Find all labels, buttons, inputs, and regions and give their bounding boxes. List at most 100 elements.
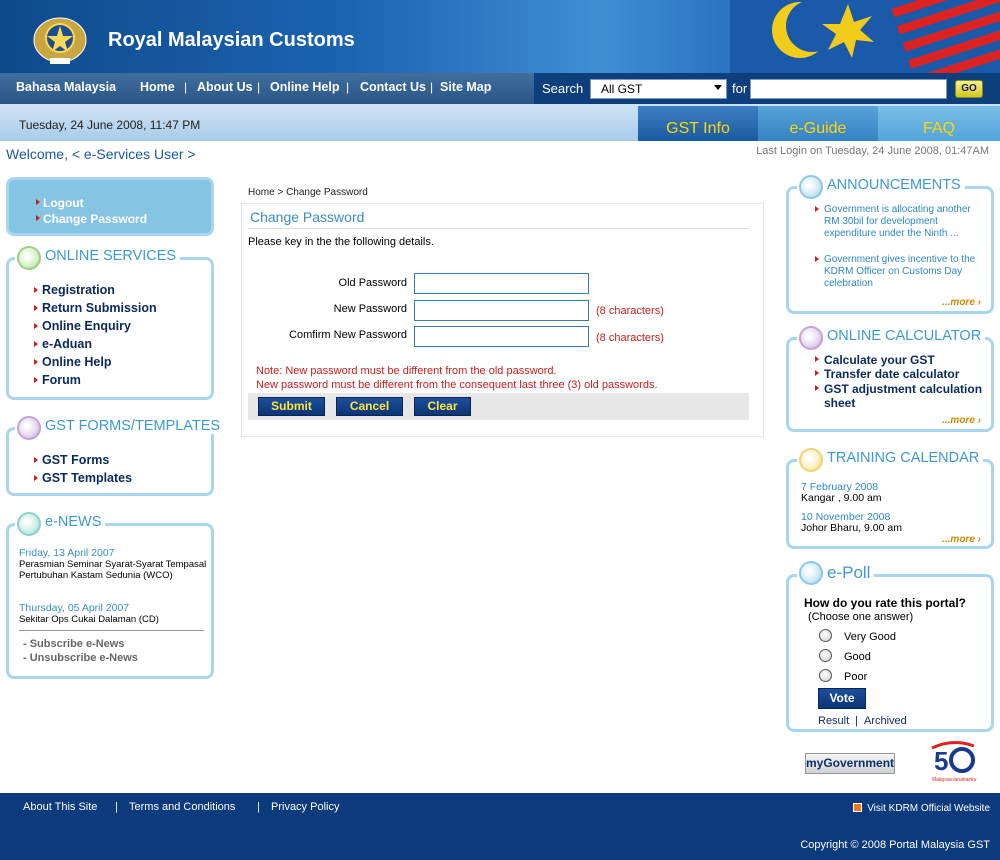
form-instructions: Please key in the the following details. xyxy=(248,236,434,248)
poll-question: How do you rate this portal? xyxy=(804,596,967,610)
confirm-password-hint: (8 characters) xyxy=(596,332,664,344)
subscribe-enews-link[interactable]: - Subscribe e-News xyxy=(23,638,124,650)
customs-crest-logo[interactable] xyxy=(28,10,92,66)
service-online-help[interactable]: Online Help xyxy=(33,355,111,369)
service-return-submission[interactable]: Return Submission xyxy=(34,301,157,315)
password-note: Note: New password must be different fro… xyxy=(256,365,557,377)
tab-faq[interactable]: FAQ xyxy=(878,106,1000,141)
site-header: Royal Malaysian Customs xyxy=(0,0,1000,73)
news-icon xyxy=(17,512,41,536)
training-more-link[interactable]: ...more › xyxy=(942,534,981,545)
form-button-bar: Submit Cancel Clear xyxy=(248,393,749,420)
nav-separator: | xyxy=(346,80,350,94)
news-headline[interactable]: Sekitar Ops Cukai Dalaman (CD) xyxy=(19,614,209,625)
password-note: New password must be different from the … xyxy=(256,379,658,391)
footer-separator: | xyxy=(115,801,118,813)
panel-title: e-Poll xyxy=(797,561,875,585)
submit-button[interactable]: Submit xyxy=(258,397,325,416)
svg-text:5: 5 xyxy=(934,746,948,776)
nav-separator: | xyxy=(184,80,188,94)
nav-separator: | xyxy=(257,80,261,94)
search-label: Search xyxy=(542,81,584,96)
service-online-enquiry[interactable]: Online Enquiry xyxy=(34,319,131,333)
footer-terms-link[interactable]: Terms and Conditions xyxy=(129,801,235,813)
announcement-item[interactable]: Government gives incentive to the KDRM O… xyxy=(815,254,989,290)
poll-archived-link[interactable]: Archived xyxy=(864,715,907,727)
nav-bahasa-malaysia[interactable]: Bahasa Malaysia xyxy=(16,80,116,94)
change-password-form: Change Password Please key in the the fo… xyxy=(241,203,764,437)
poll-radio-very-good[interactable] xyxy=(819,629,832,642)
panel-title: ONLINE CALCULATOR xyxy=(797,326,986,350)
service-e-aduan[interactable]: e-Aduan xyxy=(34,337,92,351)
welcome-message: Welcome, < e-Services User > xyxy=(6,146,196,162)
confirm-password-field[interactable] xyxy=(414,326,589,347)
mygovernment-logo[interactable]: myGovernment xyxy=(805,753,895,774)
announcement-icon xyxy=(799,175,823,199)
logout-link[interactable]: Logout xyxy=(36,196,84,210)
unsubscribe-enews-link[interactable]: - Unsubscribe e-News xyxy=(23,652,138,664)
service-registration[interactable]: Registration xyxy=(34,283,115,297)
announcements-more-link[interactable]: ...more › xyxy=(942,297,981,308)
gst-forms-link[interactable]: GST Forms xyxy=(33,453,109,467)
malaysia-50-anniversary-logo[interactable]: 5 Malaysia tanahairku xyxy=(928,740,978,784)
search-input[interactable] xyxy=(750,79,947,99)
footer-privacy-link[interactable]: Privacy Policy xyxy=(271,801,339,813)
change-password-link[interactable]: Change Password xyxy=(35,212,147,226)
poll-result-link[interactable]: Result xyxy=(818,715,849,727)
poll-icon xyxy=(799,561,823,585)
panel-title: ANNOUNCEMENTS xyxy=(797,175,965,199)
news-headline[interactable]: Perasmian Seminar Syarat-Syarat Tempasal… xyxy=(19,559,209,581)
forms-icon xyxy=(17,416,41,440)
search-category-select[interactable]: All GST xyxy=(590,79,727,99)
for-label: for xyxy=(732,81,748,96)
old-password-field[interactable] xyxy=(414,273,589,294)
nav-online-help[interactable]: Online Help xyxy=(270,80,339,94)
poll-option-label: Poor xyxy=(844,671,868,683)
site-title: Royal Malaysian Customs xyxy=(108,29,355,51)
poll-instruction: (Choose one answer) xyxy=(808,611,914,623)
new-password-hint: (8 characters) xyxy=(596,305,664,317)
calc-gst-link[interactable]: Calculate your GST xyxy=(815,353,989,367)
poll-separator: | xyxy=(855,715,858,727)
news-date: Friday, 13 April 2007 xyxy=(19,547,115,559)
calendar-icon xyxy=(799,448,823,472)
footer-about-link[interactable]: About This Site xyxy=(23,801,97,813)
nav-site-map[interactable]: Site Map xyxy=(440,80,491,94)
service-forum[interactable]: Forum xyxy=(34,373,81,387)
calculator-more-link[interactable]: ...more › xyxy=(942,415,981,426)
chevron-down-icon xyxy=(714,85,722,90)
tab-e-guide[interactable]: e-Guide xyxy=(758,106,878,141)
announcement-item[interactable]: Government is allocating another RM 30bi… xyxy=(815,204,989,240)
calc-transfer-date-link[interactable]: Transfer date calculator xyxy=(815,367,989,381)
go-button[interactable]: GO xyxy=(955,80,983,98)
anniversary-caption: Malaysia tanahairku xyxy=(932,777,977,783)
panel-title: ONLINE SERVICES xyxy=(15,246,181,270)
new-password-label: New Password xyxy=(333,303,407,315)
announcements-title: ANNOUNCEMENTS xyxy=(827,177,961,193)
date-tab-bar: Tuesday, 24 June 2008, 11:47 PM GST Info… xyxy=(0,104,1000,141)
nav-contact-us[interactable]: Contact Us xyxy=(360,80,426,94)
poll-radio-good[interactable] xyxy=(819,649,832,662)
calc-adjustment-sheet-link[interactable]: GST adjustment calculation sheet xyxy=(815,382,989,410)
poll-title: e-Poll xyxy=(827,563,871,582)
clear-button[interactable]: Clear xyxy=(414,397,471,416)
user-menu-panel: Logout Change Password xyxy=(6,177,214,236)
nav-home[interactable]: Home xyxy=(140,80,175,94)
nav-separator: | xyxy=(430,80,434,94)
poll-radio-poor[interactable] xyxy=(819,669,832,682)
kdrm-website-link[interactable]: Visit KDRM Official Website xyxy=(853,803,990,814)
nav-about-us[interactable]: About Us xyxy=(197,80,253,94)
poll-option-label: Very Good xyxy=(844,631,896,643)
tab-gst-info[interactable]: GST Info xyxy=(638,106,758,141)
cancel-button[interactable]: Cancel xyxy=(336,397,403,416)
gst-templates-link[interactable]: GST Templates xyxy=(33,471,132,485)
site-footer: About This Site | Terms and Conditions |… xyxy=(0,793,1000,860)
new-password-field[interactable] xyxy=(414,300,589,321)
divider xyxy=(248,228,749,229)
vote-button[interactable]: Vote xyxy=(818,688,866,709)
services-icon xyxy=(17,246,41,270)
training-title: TRAINING CALENDAR xyxy=(827,450,980,466)
enews-panel: e-NEWS Friday, 13 April 2007 Perasmian S… xyxy=(6,512,214,679)
training-calendar-panel: TRAINING CALENDAR 7 February 2008 Kangar… xyxy=(786,448,994,549)
breadcrumb: Home > Change Password xyxy=(248,187,368,198)
